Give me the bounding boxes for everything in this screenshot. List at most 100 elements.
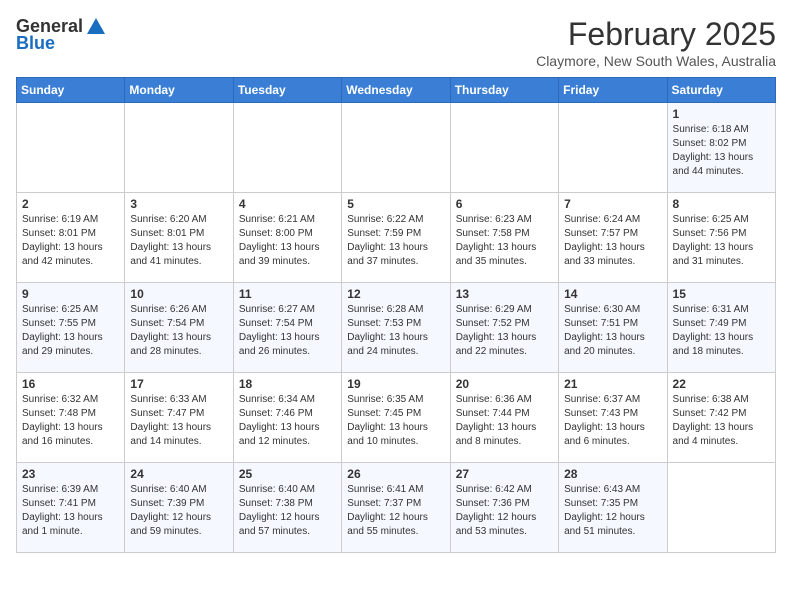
day-cell: 11 Sunrise: 6:27 AM Sunset: 7:54 PM Dayli… <box>233 283 341 373</box>
day-number: 12 <box>347 287 444 301</box>
day-number: 9 <box>22 287 119 301</box>
day-cell: 24 Sunrise: 6:40 AM Sunset: 7:39 PM Dayli… <box>125 463 233 553</box>
day-cell: 6 Sunrise: 6:23 AM Sunset: 7:58 PM Daylig… <box>450 193 558 283</box>
day-info: Sunrise: 6:40 AM Sunset: 7:38 PM Dayligh… <box>239 483 336 539</box>
weekday-header-wednesday: Wednesday <box>342 78 450 103</box>
day-info: Sunrise: 6:25 AM Sunset: 7:56 PM Dayligh… <box>673 213 770 269</box>
weekday-header-row: SundayMondayTuesdayWednesdayThursdayFrid… <box>17 78 776 103</box>
day-cell: 1Sunrise: 6:18 AM Sunset: 8:02 PM Daylig… <box>667 103 775 193</box>
weekday-header-tuesday: Tuesday <box>233 78 341 103</box>
day-cell <box>667 463 775 553</box>
day-info: Sunrise: 6:19 AM Sunset: 8:01 PM Dayligh… <box>22 213 119 269</box>
day-cell: 9 Sunrise: 6:25 AM Sunset: 7:55 PM Daylig… <box>17 283 125 373</box>
day-info: Sunrise: 6:33 AM Sunset: 7:47 PM Dayligh… <box>130 393 227 449</box>
day-number: 15 <box>673 287 770 301</box>
day-cell: 2 Sunrise: 6:19 AM Sunset: 8:01 PM Daylig… <box>17 193 125 283</box>
day-cell: 7 Sunrise: 6:24 AM Sunset: 7:57 PM Daylig… <box>559 193 667 283</box>
day-number: 20 <box>456 377 553 391</box>
day-number: 22 <box>673 377 770 391</box>
day-info: Sunrise: 6:37 AM Sunset: 7:43 PM Dayligh… <box>564 393 661 449</box>
day-info: Sunrise: 6:35 AM Sunset: 7:45 PM Dayligh… <box>347 393 444 449</box>
day-info: Sunrise: 6:26 AM Sunset: 7:54 PM Dayligh… <box>130 303 227 359</box>
day-info: Sunrise: 6:23 AM Sunset: 7:58 PM Dayligh… <box>456 213 553 269</box>
day-cell: 15 Sunrise: 6:31 AM Sunset: 7:49 PM Dayli… <box>667 283 775 373</box>
day-info: Sunrise: 6:40 AM Sunset: 7:39 PM Dayligh… <box>130 483 227 539</box>
day-cell: 3 Sunrise: 6:20 AM Sunset: 8:01 PM Daylig… <box>125 193 233 283</box>
day-number: 8 <box>673 197 770 211</box>
title-block: February 2025 Claymore, New South Wales,… <box>536 16 776 69</box>
day-info: Sunrise: 6:29 AM Sunset: 7:52 PM Dayligh… <box>456 303 553 359</box>
week-row-2: 2 Sunrise: 6:19 AM Sunset: 8:01 PM Daylig… <box>17 193 776 283</box>
day-number: 3 <box>130 197 227 211</box>
month-title: February 2025 <box>536 16 776 53</box>
week-row-1: 1Sunrise: 6:18 AM Sunset: 8:02 PM Daylig… <box>17 103 776 193</box>
day-info: Sunrise: 6:18 AM Sunset: 8:02 PM Dayligh… <box>673 123 770 179</box>
page-header: General Blue February 2025 Claymore, New… <box>16 16 776 69</box>
calendar-table: SundayMondayTuesdayWednesdayThursdayFrid… <box>16 77 776 553</box>
day-number: 26 <box>347 467 444 481</box>
weekday-header-thursday: Thursday <box>450 78 558 103</box>
day-cell: 21 Sunrise: 6:37 AM Sunset: 7:43 PM Dayli… <box>559 373 667 463</box>
day-number: 7 <box>564 197 661 211</box>
day-cell: 13 Sunrise: 6:29 AM Sunset: 7:52 PM Dayli… <box>450 283 558 373</box>
day-cell: 16 Sunrise: 6:32 AM Sunset: 7:48 PM Dayli… <box>17 373 125 463</box>
day-number: 6 <box>456 197 553 211</box>
day-number: 2 <box>22 197 119 211</box>
day-number: 24 <box>130 467 227 481</box>
day-cell: 25 Sunrise: 6:40 AM Sunset: 7:38 PM Dayli… <box>233 463 341 553</box>
day-number: 23 <box>22 467 119 481</box>
day-cell: 23Sunrise: 6:39 AM Sunset: 7:41 PM Dayli… <box>17 463 125 553</box>
day-number: 14 <box>564 287 661 301</box>
week-row-4: 16 Sunrise: 6:32 AM Sunset: 7:48 PM Dayli… <box>17 373 776 463</box>
day-number: 18 <box>239 377 336 391</box>
day-cell: 10 Sunrise: 6:26 AM Sunset: 7:54 PM Dayli… <box>125 283 233 373</box>
day-info: Sunrise: 6:25 AM Sunset: 7:55 PM Dayligh… <box>22 303 119 359</box>
day-info: Sunrise: 6:22 AM Sunset: 7:59 PM Dayligh… <box>347 213 444 269</box>
day-number: 21 <box>564 377 661 391</box>
day-number: 4 <box>239 197 336 211</box>
day-cell <box>233 103 341 193</box>
day-cell <box>450 103 558 193</box>
weekday-header-friday: Friday <box>559 78 667 103</box>
day-number: 28 <box>564 467 661 481</box>
day-cell: 26Sunrise: 6:41 AM Sunset: 7:37 PM Dayli… <box>342 463 450 553</box>
day-number: 11 <box>239 287 336 301</box>
day-info: Sunrise: 6:24 AM Sunset: 7:57 PM Dayligh… <box>564 213 661 269</box>
day-number: 16 <box>22 377 119 391</box>
day-info: Sunrise: 6:43 AM Sunset: 7:35 PM Dayligh… <box>564 483 661 539</box>
day-cell: 14Sunrise: 6:30 AM Sunset: 7:51 PM Dayli… <box>559 283 667 373</box>
week-row-3: 9 Sunrise: 6:25 AM Sunset: 7:55 PM Daylig… <box>17 283 776 373</box>
day-info: Sunrise: 6:28 AM Sunset: 7:53 PM Dayligh… <box>347 303 444 359</box>
day-cell <box>559 103 667 193</box>
day-number: 13 <box>456 287 553 301</box>
day-cell: 18Sunrise: 6:34 AM Sunset: 7:46 PM Dayli… <box>233 373 341 463</box>
day-cell <box>17 103 125 193</box>
day-number: 17 <box>130 377 227 391</box>
day-number: 27 <box>456 467 553 481</box>
day-number: 19 <box>347 377 444 391</box>
day-cell: 4Sunrise: 6:21 AM Sunset: 8:00 PM Daylig… <box>233 193 341 283</box>
weekday-header-saturday: Saturday <box>667 78 775 103</box>
day-cell: 12 Sunrise: 6:28 AM Sunset: 7:53 PM Dayli… <box>342 283 450 373</box>
day-cell: 28 Sunrise: 6:43 AM Sunset: 7:35 PM Dayli… <box>559 463 667 553</box>
day-number: 25 <box>239 467 336 481</box>
day-info: Sunrise: 6:42 AM Sunset: 7:36 PM Dayligh… <box>456 483 553 539</box>
day-cell: 8 Sunrise: 6:25 AM Sunset: 7:56 PM Daylig… <box>667 193 775 283</box>
weekday-header-sunday: Sunday <box>17 78 125 103</box>
day-number: 10 <box>130 287 227 301</box>
day-cell: 17 Sunrise: 6:33 AM Sunset: 7:47 PM Dayli… <box>125 373 233 463</box>
location: Claymore, New South Wales, Australia <box>536 53 776 69</box>
day-info: Sunrise: 6:20 AM Sunset: 8:01 PM Dayligh… <box>130 213 227 269</box>
day-cell <box>342 103 450 193</box>
logo: General Blue <box>16 16 107 54</box>
day-info: Sunrise: 6:27 AM Sunset: 7:54 PM Dayligh… <box>239 303 336 359</box>
day-number: 5 <box>347 197 444 211</box>
day-info: Sunrise: 6:38 AM Sunset: 7:42 PM Dayligh… <box>673 393 770 449</box>
day-info: Sunrise: 6:36 AM Sunset: 7:44 PM Dayligh… <box>456 393 553 449</box>
day-cell: 22 Sunrise: 6:38 AM Sunset: 7:42 PM Dayli… <box>667 373 775 463</box>
day-info: Sunrise: 6:32 AM Sunset: 7:48 PM Dayligh… <box>22 393 119 449</box>
logo-blue: Blue <box>16 34 55 54</box>
day-cell <box>125 103 233 193</box>
weekday-header-monday: Monday <box>125 78 233 103</box>
day-info: Sunrise: 6:31 AM Sunset: 7:49 PM Dayligh… <box>673 303 770 359</box>
